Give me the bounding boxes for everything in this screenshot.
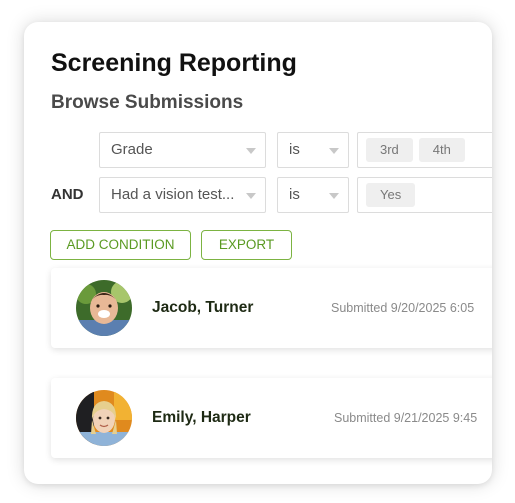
screening-report-card: Screening Reporting Browse Submissions G…: [24, 22, 492, 484]
page-title: Screening Reporting: [51, 49, 297, 77]
student-name[interactable]: Jacob, Turner: [152, 299, 253, 317]
chevron-down-icon: [246, 193, 256, 199]
add-condition-button[interactable]: ADD CONDITION: [50, 230, 191, 260]
export-button[interactable]: EXPORT: [201, 230, 292, 260]
submission-row[interactable]: Jacob, Turner Submitted 9/20/2025 6:05: [51, 268, 492, 348]
chevron-down-icon: [329, 148, 339, 154]
avatar: [76, 390, 132, 446]
filter-operator-value: is: [289, 141, 300, 158]
filter-field-select-grade[interactable]: Grade: [99, 132, 266, 168]
filter-connector-label: AND: [51, 186, 84, 203]
filter-value-chip[interactable]: 3rd: [366, 138, 413, 162]
submitted-timestamp: Submitted 9/20/2025 6:05: [331, 301, 475, 315]
filter-value-chip[interactable]: 4th: [418, 138, 465, 162]
filter-values-box[interactable]: 3rd 4th: [357, 132, 492, 168]
submission-row[interactable]: Emily, Harper Submitted 9/21/2025 9:45: [51, 378, 492, 458]
filter-field-select-vision-test[interactable]: Had a vision test...: [99, 177, 266, 213]
chevron-down-icon: [329, 193, 339, 199]
page-subtitle: Browse Submissions: [51, 92, 244, 113]
avatar-photo: [76, 390, 132, 446]
filter-value-chip[interactable]: Yes: [366, 183, 416, 207]
filter-values-box[interactable]: Yes: [357, 177, 492, 213]
filter-operator-select[interactable]: is: [277, 132, 349, 168]
filter-operator-value: is: [289, 186, 300, 203]
filter-operator-select[interactable]: is: [277, 177, 349, 213]
filter-field-value: Had a vision test...: [111, 186, 235, 203]
filter-field-value: Grade: [111, 141, 153, 158]
submitted-timestamp: Submitted 9/21/2025 9:45: [334, 411, 478, 425]
student-name[interactable]: Emily, Harper: [152, 409, 251, 427]
avatar: [76, 280, 132, 336]
chevron-down-icon: [246, 148, 256, 154]
avatar-photo: [76, 280, 132, 336]
